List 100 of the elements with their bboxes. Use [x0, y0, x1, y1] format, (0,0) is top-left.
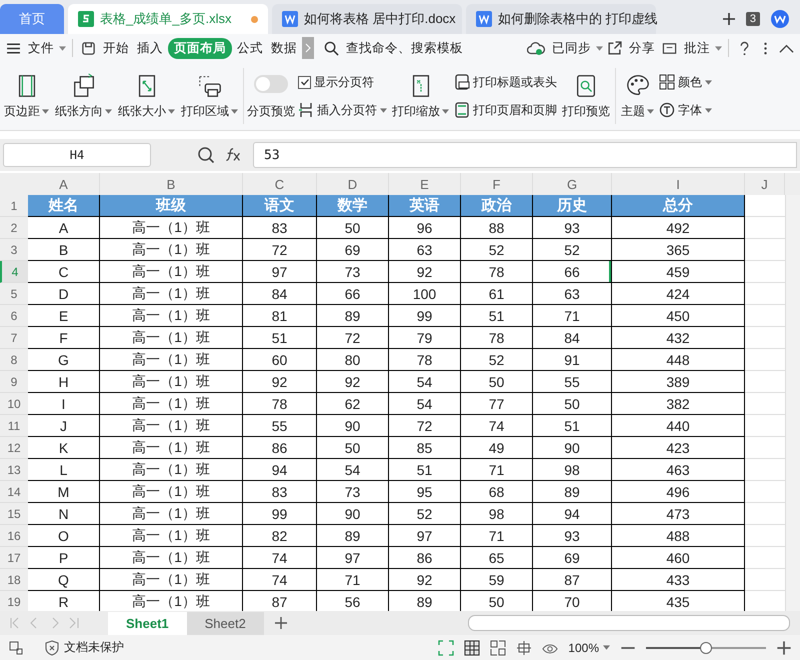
- ribbon-button[interactable]: 打印区域: [181, 102, 229, 120]
- print-preview-button[interactable]: 打印预览: [562, 102, 610, 120]
- row-header[interactable]: 10: [0, 393, 28, 415]
- colors-button[interactable]: 颜色: [678, 74, 702, 90]
- document-tab[interactable]: 表格_成绩单_多页.xlsx: [68, 4, 268, 34]
- comment-button[interactable]: 批注: [681, 38, 713, 58]
- table-cell: 72: [243, 239, 317, 261]
- row-header[interactable]: 12: [0, 437, 28, 459]
- table-cell: 73: [317, 481, 389, 503]
- document-tab[interactable]: 首页: [0, 4, 64, 34]
- row-header[interactable]: 6: [0, 305, 28, 327]
- file-menu[interactable]: 文件: [25, 38, 57, 58]
- row-header[interactable]: 3: [0, 239, 28, 261]
- table-cell: 68: [461, 481, 533, 503]
- table-cell: 51: [243, 327, 317, 349]
- table-cell: 86: [243, 437, 317, 459]
- ribbon-button[interactable]: 纸张方向: [55, 102, 103, 120]
- table-cell: 89: [317, 305, 389, 327]
- menu-tab[interactable]: 页面布局: [168, 38, 232, 58]
- table-cell: L: [28, 459, 100, 481]
- command-search[interactable]: 查找命令、搜索模板: [343, 38, 466, 58]
- table-cell: 高一（1）班: [100, 569, 243, 591]
- table-cell: 55: [243, 415, 317, 437]
- fonts-button[interactable]: 字体: [678, 102, 702, 118]
- print-titles-button[interactable]: 打印标题或表头: [473, 74, 557, 90]
- menu-tab[interactable]: 开始: [100, 38, 132, 58]
- protection-status[interactable]: 文档未保护: [64, 639, 124, 656]
- table-cell: G: [28, 349, 100, 371]
- table-cell: 424: [612, 283, 745, 305]
- row-header[interactable]: 5: [0, 283, 28, 305]
- sheet-tab[interactable]: Sheet1: [108, 612, 187, 634]
- table-cell: 459: [612, 261, 745, 283]
- table-cell: 92: [317, 371, 389, 393]
- table-cell: 100: [389, 283, 461, 305]
- menu-tab[interactable]: 插入: [134, 38, 166, 58]
- table-cell: 54: [389, 393, 461, 415]
- menu-tab[interactable]: 公式: [234, 38, 266, 58]
- table-cell: 99: [243, 503, 317, 525]
- table-cell: 83: [243, 217, 317, 239]
- table-cell: 73: [317, 261, 389, 283]
- table-cell: 89: [317, 525, 389, 547]
- row-header[interactable]: 17: [0, 547, 28, 569]
- row-header[interactable]: 2: [0, 217, 28, 239]
- row-header[interactable]: 14: [0, 481, 28, 503]
- checkbox-label[interactable]: 显示分页符: [314, 74, 374, 90]
- formula-field[interactable]: 53: [253, 142, 797, 168]
- ribbon-button[interactable]: 页边距: [4, 102, 40, 120]
- sheet-tab[interactable]: Sheet2: [186, 612, 264, 634]
- table-cell: 96: [389, 217, 461, 239]
- table-cell: O: [28, 525, 100, 547]
- table-cell: 93: [533, 525, 612, 547]
- table-cell: 433: [612, 569, 745, 591]
- table-cell: 高一（1）班: [100, 327, 243, 349]
- window-count[interactable]: 3: [746, 12, 760, 26]
- tab-label: 如何将表格 居中打印.docx: [304, 10, 456, 28]
- row-header[interactable]: 15: [0, 503, 28, 525]
- document-tab[interactable]: 如何将表格 居中打印.docx: [272, 4, 462, 34]
- insert-page-break-button[interactable]: 插入分页符: [317, 102, 377, 118]
- table-cell: 77: [461, 393, 533, 415]
- tab-label: 如何删除表格中的 打印虚线: [498, 10, 658, 28]
- table-cell: A: [28, 217, 100, 239]
- row-header[interactable]: 11: [0, 415, 28, 437]
- table-cell: 89: [533, 481, 612, 503]
- table-cell: 496: [612, 481, 745, 503]
- print-header-footer-button[interactable]: 打印页眉和页脚: [473, 102, 557, 118]
- row-header[interactable]: 16: [0, 525, 28, 547]
- ribbon-button[interactable]: 纸张大小: [118, 102, 166, 120]
- table-cell: 78: [461, 261, 533, 283]
- table-cell: 高一（1）班: [100, 415, 243, 437]
- row-header[interactable]: 19: [0, 591, 28, 611]
- table-cell: Q: [28, 569, 100, 591]
- theme-button[interactable]: 主题: [621, 102, 645, 120]
- row-header[interactable]: 4: [0, 261, 28, 283]
- table-cell: 62: [317, 393, 389, 415]
- row-header[interactable]: 8: [0, 349, 28, 371]
- table-cell: 97: [317, 547, 389, 569]
- document-tab[interactable]: 如何删除表格中的 打印虚线: [466, 4, 656, 34]
- row-header[interactable]: 13: [0, 459, 28, 481]
- table-cell: 463: [612, 459, 745, 481]
- row-header[interactable]: 1: [0, 195, 28, 217]
- table-cell: K: [28, 437, 100, 459]
- share-button[interactable]: 分享: [626, 38, 658, 58]
- table-cell: 54: [389, 371, 461, 393]
- table-cell: 74: [243, 547, 317, 569]
- name-box[interactable]: H4: [3, 143, 151, 167]
- row-header[interactable]: 18: [0, 569, 28, 591]
- column-header[interactable]: J: [745, 173, 785, 195]
- sync-status[interactable]: 已同步: [549, 38, 594, 58]
- row-header[interactable]: 9: [0, 371, 28, 393]
- table-cell: 78: [461, 327, 533, 349]
- table-cell: 高一（1）班: [100, 481, 243, 503]
- print-scale-button[interactable]: 打印缩放: [392, 102, 440, 120]
- row-header[interactable]: 7: [0, 327, 28, 349]
- menu-tab[interactable]: 数据: [268, 38, 300, 58]
- table-cell: P: [28, 547, 100, 569]
- table-cell: H: [28, 371, 100, 393]
- zoom-level[interactable]: 100%: [568, 640, 599, 654]
- table-cell: J: [28, 415, 100, 437]
- toggle-label: 分页预览: [247, 102, 295, 120]
- table-cell: 97: [243, 261, 317, 283]
